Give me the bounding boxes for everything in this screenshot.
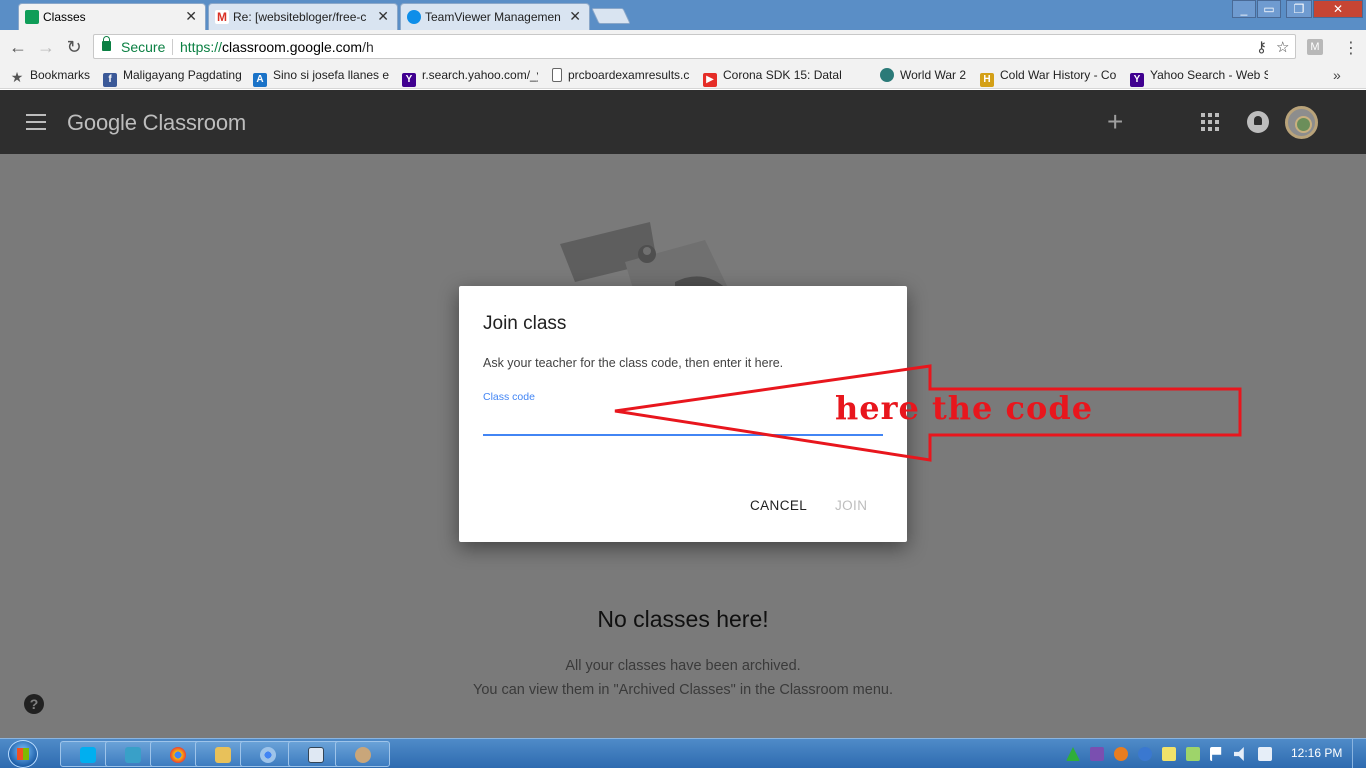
bookmark-label: Maligayang Pagdating xyxy=(123,68,241,82)
history-icon: H xyxy=(980,73,994,87)
bookmark-label: r.search.yahoo.com/_y xyxy=(422,68,538,82)
class-code-label: Class code xyxy=(483,391,535,403)
bookmark-item[interactable]: A Sino si josefa llanes es xyxy=(253,68,389,87)
url-host: classroom.google.com xyxy=(222,39,363,55)
annotation-text: here the code xyxy=(835,389,1094,427)
bookmark-label: World War 2 xyxy=(900,68,967,82)
dialog-title: Join class xyxy=(483,313,567,334)
class-code-input[interactable] xyxy=(483,408,883,436)
bookmark-item[interactable]: Y Yahoo Search - Web S xyxy=(1130,68,1268,87)
yahoo-icon: Y xyxy=(1130,73,1144,87)
url-scheme: https:// xyxy=(180,39,223,55)
notifications-icon[interactable] xyxy=(1247,111,1269,133)
bookmark-star-icon[interactable]: ☆ xyxy=(1276,38,1289,56)
app-header: Google Classroom + xyxy=(0,90,1366,154)
bookmark-item[interactable]: ★ Bookmarks xyxy=(10,68,96,84)
show-desktop-button[interactable] xyxy=(1352,739,1366,768)
bookmark-label: Bookmarks xyxy=(30,68,91,82)
taskbar-chrome-2[interactable] xyxy=(240,741,295,767)
more-vert-icon[interactable]: ⋮ xyxy=(1343,38,1359,58)
tray-icon[interactable] xyxy=(1114,747,1128,761)
url-path: /h xyxy=(362,39,374,55)
tab-teamviewer[interactable]: TeamViewer Management ✕ xyxy=(400,3,590,30)
volume-icon[interactable] xyxy=(1234,747,1244,761)
close-icon[interactable]: ✕ xyxy=(569,8,581,25)
menu-icon[interactable] xyxy=(26,114,46,130)
bookmarks-bar: ★ Bookmarks f Maligayang Pagdating A Sino s… xyxy=(0,63,1366,89)
page-icon xyxy=(552,68,562,82)
tray-icon[interactable] xyxy=(1066,747,1080,761)
taskbar-paint[interactable] xyxy=(335,741,390,767)
minimize-button[interactable]: _ xyxy=(1232,0,1256,18)
add-icon[interactable]: + xyxy=(1107,106,1123,138)
paint-icon xyxy=(355,747,371,763)
tray-icon[interactable] xyxy=(1186,747,1200,761)
bookmark-label: Sino si josefa llanes es xyxy=(273,68,389,82)
tab-title: Re: [websitebloger/free-c xyxy=(233,10,367,24)
taskbar: 12:16 PM xyxy=(0,738,1366,768)
tray-icon[interactable] xyxy=(1162,747,1176,761)
chrome-icon xyxy=(170,747,186,763)
bookmark-label: Yahoo Search - Web S xyxy=(1150,68,1268,82)
new-tab-button[interactable] xyxy=(591,8,631,24)
back-arrow-icon[interactable]: ← xyxy=(8,37,28,57)
clock[interactable]: 12:16 PM xyxy=(1291,746,1342,760)
close-icon[interactable]: ✕ xyxy=(377,8,389,25)
ask-icon: A xyxy=(253,73,267,87)
divider xyxy=(172,39,173,55)
tab-title: TeamViewer Management xyxy=(425,10,561,24)
app-brand[interactable]: Google Classroom xyxy=(67,110,246,136)
key-icon[interactable]: ⚷ xyxy=(1256,38,1267,56)
bookmark-item[interactable]: Yr.search.yahoo.com/_y xyxy=(402,68,538,87)
facebook-icon: f xyxy=(103,73,117,87)
bookmark-item[interactable]: H Cold War History - Co xyxy=(980,68,1118,87)
secure-label: Secure xyxy=(121,39,166,55)
network-icon[interactable] xyxy=(1258,747,1272,761)
bookmark-item[interactable]: f Maligayang Pagdating xyxy=(103,68,241,87)
vpn-icon xyxy=(125,747,141,763)
browser-tab-strip: Classes ✕ M Re: [websitebloger/free-c ✕ … xyxy=(0,0,1366,30)
chevron-right-icon[interactable]: » xyxy=(1333,67,1341,83)
lock-icon xyxy=(102,36,111,51)
tab-title: Classes xyxy=(43,10,86,24)
tray-icon[interactable] xyxy=(1090,747,1104,761)
classroom-icon xyxy=(25,10,39,24)
restore-button[interactable]: ▭ xyxy=(1257,0,1281,18)
reload-icon[interactable]: ↻ xyxy=(64,37,84,57)
teamviewer-icon xyxy=(407,10,421,24)
tray-icon[interactable] xyxy=(1138,747,1152,761)
star-icon: ★ xyxy=(10,69,24,84)
yahoo-icon: Y xyxy=(402,73,416,87)
gmail-icon: M xyxy=(215,10,229,24)
flag-icon[interactable] xyxy=(1210,747,1222,761)
url-text[interactable]: https://classroom.google.com/h xyxy=(180,39,374,55)
window-icon xyxy=(308,747,324,763)
browser-toolbar: ← → ↻ Secure https://classroom.google.co… xyxy=(0,30,1366,63)
dialog-instruction: Ask your teacher for the class code, the… xyxy=(483,356,784,370)
bookmark-item[interactable]: prcboardexamresults.c xyxy=(552,68,690,82)
chrome-icon xyxy=(260,747,276,763)
apps-grid-icon[interactable] xyxy=(1201,113,1219,131)
close-icon[interactable]: ✕ xyxy=(185,8,197,25)
windows-start-icon[interactable] xyxy=(8,740,38,768)
address-bar[interactable]: Secure https://classroom.google.com/h ⚷ … xyxy=(93,34,1296,59)
bookmark-label: Cold War History - Co xyxy=(1000,68,1117,82)
youtube-icon: ▶ xyxy=(703,73,717,87)
bookmark-item[interactable]: ▶ Corona SDK 15: Datab xyxy=(703,68,841,87)
skype-icon xyxy=(80,747,96,763)
avatar[interactable] xyxy=(1285,106,1318,139)
extension-icon[interactable]: M xyxy=(1307,39,1323,55)
join-button[interactable]: JOIN xyxy=(835,498,867,513)
tab-classes[interactable]: Classes ✕ xyxy=(18,3,206,30)
cancel-button[interactable]: CANCEL xyxy=(750,498,807,513)
tab-gmail[interactable]: M Re: [websitebloger/free-c ✕ xyxy=(208,3,398,30)
forward-arrow-icon[interactable]: → xyxy=(36,37,56,57)
explorer-icon xyxy=(215,747,231,763)
window-close-button[interactable]: ✕ xyxy=(1313,0,1363,18)
bookmark-label: prcboardexamresults.c xyxy=(568,68,690,82)
bookmark-label: Corona SDK 15: Datab xyxy=(723,68,841,82)
maximize-button[interactable]: ❐ xyxy=(1286,0,1312,18)
bookmark-item[interactable]: World War 2 xyxy=(880,68,972,82)
globe-icon xyxy=(880,68,894,82)
